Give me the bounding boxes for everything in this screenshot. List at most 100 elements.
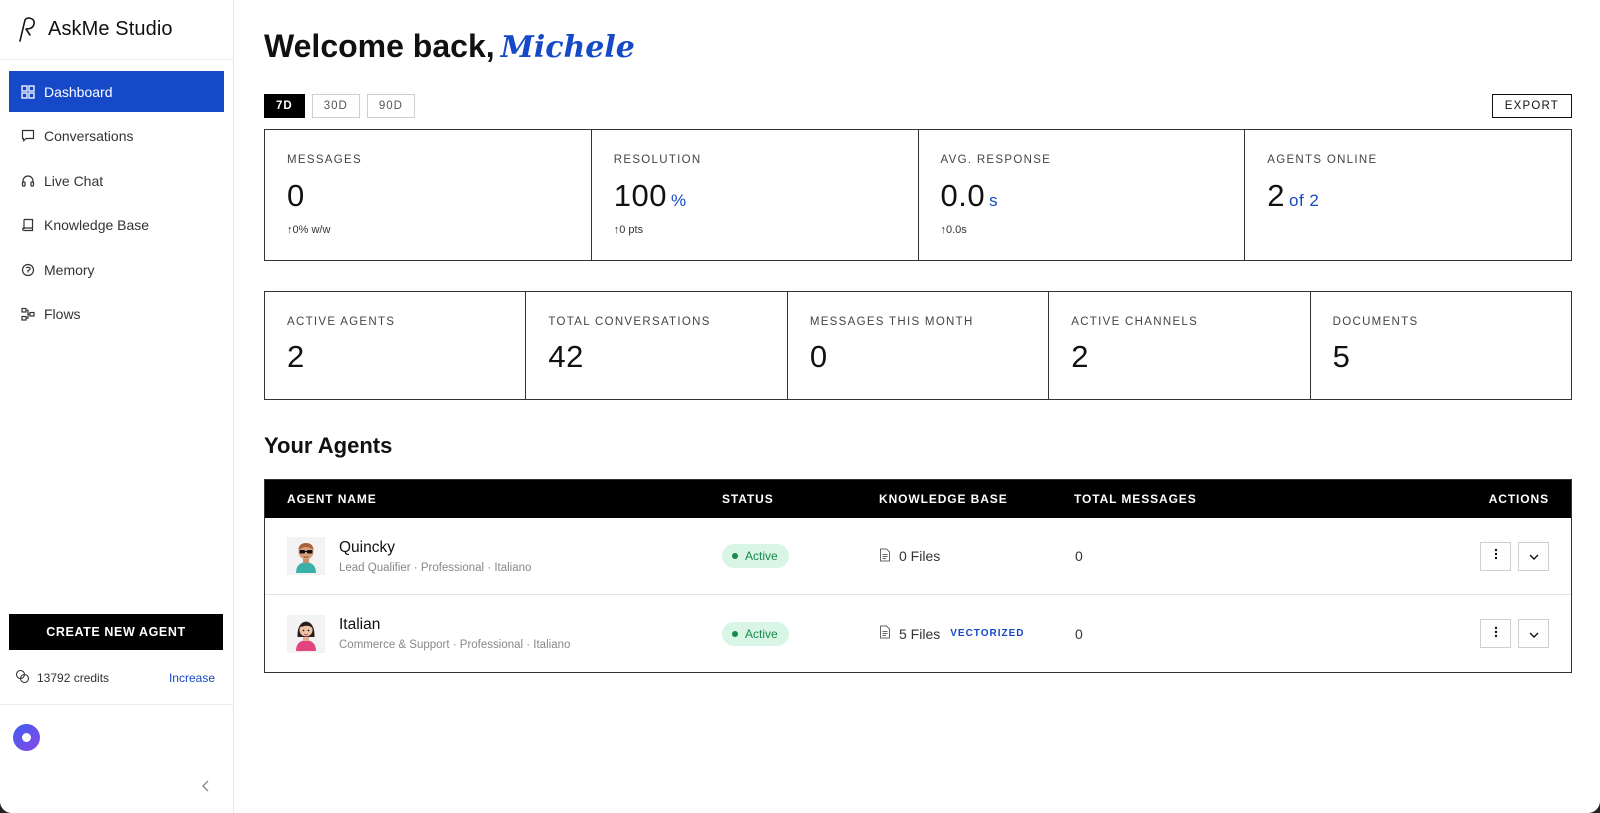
brand[interactable]: AskMe Studio (0, 0, 233, 60)
sidebar-item-live-chat[interactable]: Live Chat (9, 160, 224, 201)
create-new-agent-button[interactable]: CREATE NEW AGENT (9, 614, 223, 650)
sidebar-divider (0, 704, 234, 705)
page-title: Welcome back, Michele (264, 28, 635, 65)
sidebar-item-label: Conversations (44, 128, 134, 145)
stat-label: DOCUMENTS (1332, 316, 1419, 328)
chevron-down-icon (1529, 547, 1539, 565)
stat-card-active-channels: ACTIVE CHANNELS 2 (1049, 292, 1311, 399)
credits-bar: 13792 credits Increase (15, 668, 215, 688)
agent-avatar (287, 537, 325, 575)
stat-card-avg-response: AVG. RESPONSE 0.0 s ↑0.0s (919, 130, 1246, 260)
welcome-text: Welcome back, (264, 28, 495, 64)
table-header: AGENT NAME STATUS KNOWLEDGE BASE TOTAL M… (265, 480, 1571, 518)
stat-card-agents-online: AGENTS ONLINE 2 of 2 (1245, 130, 1571, 260)
headphones-icon (21, 174, 35, 188)
total-messages-cell: 0 (1075, 625, 1083, 642)
agent-name[interactable]: Italian (339, 616, 570, 634)
increase-credits-link[interactable]: Increase (169, 671, 215, 685)
document-icon (879, 548, 891, 565)
user-avatar[interactable] (13, 724, 40, 751)
sidebar-item-flows[interactable]: Flows (9, 294, 224, 335)
sidebar-item-knowledge-base[interactable]: Knowledge Base (9, 205, 224, 246)
tab-90d[interactable]: 90D (366, 94, 415, 118)
actions-cell (1374, 619, 1571, 648)
sidebar-item-conversations[interactable]: Conversations (9, 116, 224, 157)
tab-7d[interactable]: 7D (264, 94, 305, 118)
column-header-status: STATUS (722, 492, 774, 506)
status-dot-icon (732, 553, 738, 559)
stat-label: MESSAGES THIS MONTH (809, 316, 974, 328)
vectorized-badge: VECTORIZED (950, 628, 1025, 639)
column-header-total-messages: TOTAL MESSAGES (1074, 492, 1197, 506)
coins-icon (15, 669, 30, 687)
stat-label: MESSAGES (287, 154, 362, 166)
credits-count: 13792 credits (37, 671, 110, 685)
stat-label: AGENTS ONLINE (1267, 154, 1378, 166)
sidebar-item-label: Flows (44, 306, 81, 323)
stat-number: 2 (1267, 178, 1285, 213)
status-badge: Active (722, 544, 789, 568)
column-header-agent-name: AGENT NAME (287, 492, 377, 506)
stat-value: 0 (809, 339, 828, 374)
agent-meta: Lead Qualifier · Professional · Italiano (339, 561, 532, 574)
agent-cell: Quincky Lead Qualifier · Professional · … (265, 537, 722, 575)
agents-section-title: Your Agents (264, 433, 393, 458)
agent-name[interactable]: Quincky (339, 539, 531, 557)
status-text: Active (745, 549, 778, 563)
app-window: AskMe Studio Dashboard Conversations Liv… (0, 0, 1600, 813)
date-range-tabs: 7D 30D 90D (264, 94, 415, 118)
book-icon (21, 218, 35, 232)
stat-card-messages-this-month: MESSAGES THIS MONTH 0 (788, 292, 1050, 399)
delta-text: 0 pts (619, 224, 644, 236)
tab-30d[interactable]: 30D (311, 94, 360, 118)
files-count: 5 Files (899, 625, 941, 642)
status-cell: Active (722, 621, 879, 646)
collapse-sidebar-icon[interactable] (198, 778, 214, 794)
delta-text: 0% w/w (292, 224, 331, 236)
chevron-down-icon (1529, 625, 1539, 643)
column-header-actions: ACTIONS (1488, 492, 1549, 506)
agent-cell: Italian Commerce & Support · Professiona… (265, 614, 722, 653)
knowledge-base-cell: 5 Files VECTORIZED (879, 625, 1074, 642)
sidebar: AskMe Studio Dashboard Conversations Liv… (0, 0, 234, 813)
stat-delta: ↑0% w/w (287, 224, 591, 236)
sidebar-item-memory[interactable]: Memory (9, 249, 224, 290)
total-messages-cell: 0 (1075, 548, 1083, 564)
stat-label: AVG. RESPONSE (940, 154, 1052, 166)
primary-stats: MESSAGES 0 ↑0% w/w RESOLUTION 100 % ↑0 p… (264, 129, 1572, 261)
more-options-button[interactable] (1480, 619, 1511, 648)
sidebar-item-dashboard[interactable]: Dashboard (9, 71, 224, 112)
stat-value: 2 (1071, 339, 1089, 374)
kebab-menu-icon (1494, 547, 1498, 565)
kebab-menu-icon (1494, 625, 1498, 643)
expand-row-button[interactable] (1518, 541, 1549, 571)
knowledge-base-cell: 0 Files (879, 548, 1074, 565)
stat-number: 0 (287, 178, 305, 213)
status-text: Active (745, 626, 778, 641)
expand-row-button[interactable] (1518, 619, 1549, 648)
status-badge: Active (722, 621, 789, 646)
askme-logo-icon (16, 16, 38, 43)
stat-value: 42 (548, 339, 584, 374)
flow-icon (21, 307, 35, 322)
stat-delta: ↑0 pts (614, 224, 918, 236)
stat-number: 100 (613, 178, 667, 213)
actions-cell (1374, 541, 1571, 571)
sidebar-item-label: Memory (44, 261, 95, 278)
delta-text: 0.0s (946, 224, 967, 236)
table-row[interactable]: Quincky Lead Qualifier · Professional · … (265, 518, 1571, 595)
stat-label: RESOLUTION (613, 154, 702, 166)
files-count: 0 Files (899, 548, 941, 564)
grid-icon (21, 84, 35, 99)
stat-value: 100 % (614, 178, 918, 214)
table-row[interactable]: Italian Commerce & Support · Professiona… (265, 595, 1571, 672)
sidebar-item-label: Dashboard (44, 83, 113, 100)
stat-card-messages: MESSAGES 0 ↑0% w/w (265, 130, 592, 260)
sidebar-item-label: Knowledge Base (44, 217, 150, 234)
status-dot-icon (732, 630, 738, 637)
stat-value: 0 (287, 178, 591, 214)
export-button[interactable]: EXPORT (1491, 94, 1572, 118)
sidebar-nav: Dashboard Conversations Live Chat Knowle… (0, 60, 233, 335)
stat-label: ACTIVE AGENTS (287, 316, 396, 328)
more-options-button[interactable] (1480, 541, 1511, 571)
